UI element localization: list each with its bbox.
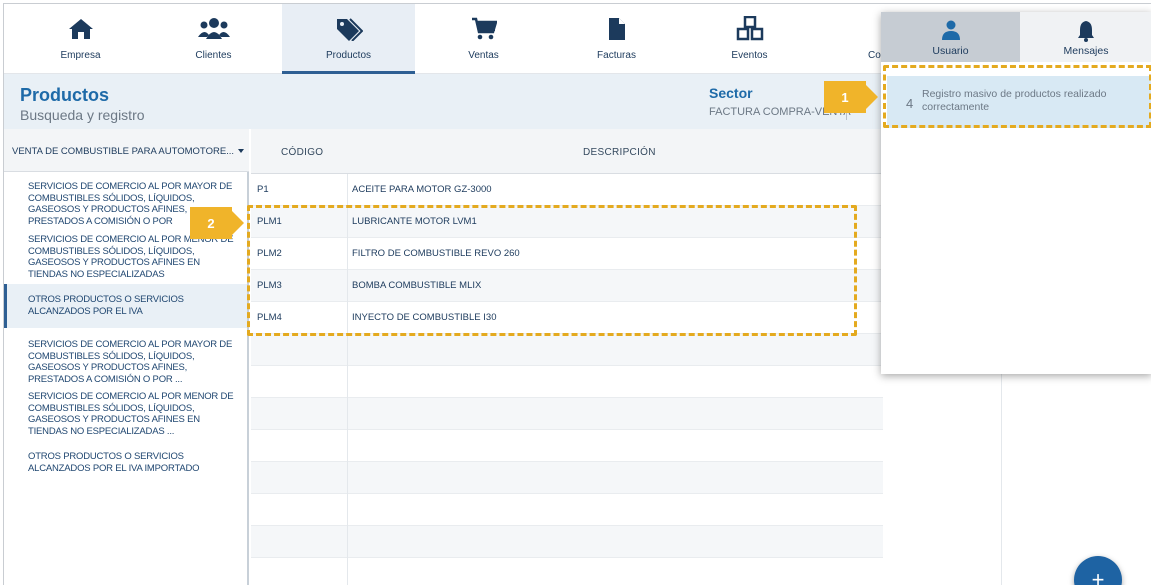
bell-icon [1020, 20, 1151, 42]
table-row-empty [251, 494, 883, 526]
nav-productos[interactable]: Productos [282, 4, 415, 74]
nav-eventos[interactable]: Eventos [683, 4, 816, 74]
nav-label: Productos [325, 50, 372, 61]
page-title: Productos [20, 85, 110, 105]
nav-label: Co [868, 50, 881, 61]
sector-title: Sector [709, 85, 753, 101]
tags-icon [282, 14, 415, 44]
chevron-down-icon [238, 149, 244, 153]
sector-select[interactable]: VENTA DE COMBUSTIBLE PARA AUTOMOTORE... [4, 129, 249, 172]
sidebar-item[interactable]: SERVICIOS DE COMERCIO AL POR MENOR DE CO… [4, 234, 247, 280]
table-row-empty [251, 462, 883, 494]
nav-co[interactable]: Co [816, 4, 881, 74]
nav-label: Facturas [597, 50, 636, 61]
home-icon [14, 14, 147, 44]
table-row-empty [251, 558, 883, 585]
nav-empresa[interactable]: Empresa [14, 4, 147, 74]
app-window: Empresa Clientes Productos Ventas Factur… [3, 3, 1151, 585]
sector-sidebar: VENTA DE COMBUSTIBLE PARA AUTOMOTORE... … [4, 129, 249, 585]
sidebar-item[interactable]: SERVICIOS DE COMERCIO AL POR MENOR DE CO… [4, 391, 247, 437]
step-marker-1: 1 [824, 81, 878, 113]
table-row-empty [251, 334, 883, 366]
user-icon [881, 20, 1020, 42]
sidebar-item-selected[interactable]: OTROS PRODUCTOS O SERVICIOS ALCANZADOS P… [4, 284, 247, 328]
users-icon [147, 14, 280, 44]
nav-ventas[interactable]: Ventas [417, 4, 550, 74]
cart-icon [417, 14, 550, 44]
table-row[interactable]: P1 ACEITE PARA MOTOR GZ-3000 [251, 174, 883, 206]
highlight-box-2 [247, 205, 857, 336]
nav-clientes[interactable]: Clientes [147, 4, 280, 74]
cubes-icon [683, 14, 816, 44]
column-header-codigo[interactable]: CÓDIGO [281, 147, 323, 158]
sidebar-item[interactable]: OTROS PRODUCTOS O SERVICIOS ALCANZADOS P… [4, 451, 247, 474]
table-row-empty [251, 366, 883, 398]
nav-label: Empresa [60, 50, 101, 61]
sector-select-value: VENTA DE COMBUSTIBLE PARA AUTOMOTORE... [12, 146, 235, 157]
tab-label: Mensajes [1063, 45, 1109, 57]
table-row-empty [251, 430, 883, 462]
table-header: CÓDIGO DESCRIPCIÓN [251, 129, 883, 174]
tab-mensajes[interactable]: Mensajes [1020, 12, 1151, 62]
tab-label: Usuario [932, 45, 969, 57]
step-marker-2: 2 [190, 207, 244, 239]
nav-label: Ventas [468, 50, 499, 61]
tab-usuario[interactable]: Usuario [881, 12, 1020, 62]
table-row-empty [251, 398, 883, 430]
highlight-box-1 [883, 65, 1151, 128]
nav-label: Eventos [731, 50, 768, 61]
cell-code: P1 [257, 184, 269, 195]
sidebar-item[interactable]: SERVICIOS DE COMERCIO AL POR MAYOR DE CO… [4, 339, 247, 385]
table-row-empty [251, 526, 883, 558]
nav-facturas[interactable]: Facturas [550, 4, 683, 74]
column-header-descripcion[interactable]: DESCRIPCIÓN [583, 147, 656, 158]
file-icon [550, 14, 683, 44]
cell-description: ACEITE PARA MOTOR GZ-3000 [352, 184, 492, 195]
nav-label: Clientes [195, 50, 232, 61]
products-table: CÓDIGO DESCRIPCIÓN P1 ACEITE PARA MOTOR … [251, 129, 883, 585]
page-subtitle: Busqueda y registro [20, 107, 145, 123]
